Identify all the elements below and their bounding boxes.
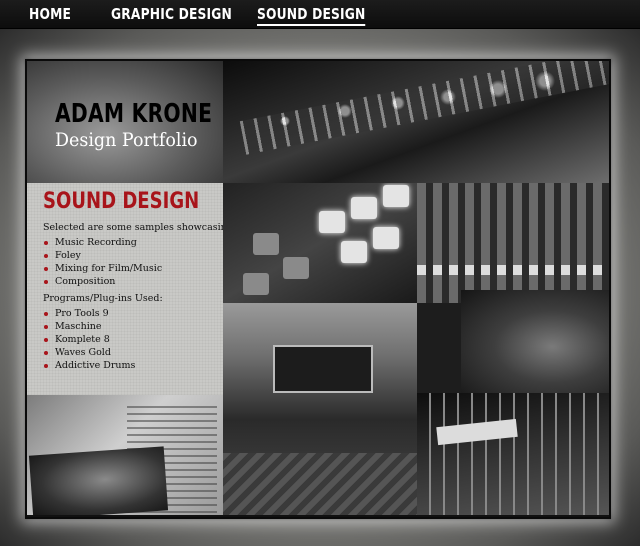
- pad: [243, 273, 269, 295]
- showcase-intro: Selected are some samples showcasing:: [43, 222, 223, 233]
- logo-header: ADAM KRONE Design Portfolio: [27, 61, 223, 183]
- dark-filler-tile: [417, 303, 461, 393]
- list-item: Maschine: [43, 320, 223, 333]
- pad: [383, 185, 409, 207]
- drum-pad-photo[interactable]: [223, 183, 417, 303]
- nav-sound-design-link[interactable]: SOUND DESIGN: [257, 4, 366, 26]
- console-display: [436, 418, 518, 446]
- list-item: Mixing for Film/Music: [43, 262, 223, 275]
- rack-gear-photo[interactable]: [223, 61, 609, 183]
- tools-list: Pro Tools 9 Maschine Komplete 8 Waves Go…: [43, 307, 223, 372]
- nav-graphic-design-link[interactable]: GRAPHIC DESIGN: [111, 4, 232, 26]
- list-item: Waves Gold: [43, 346, 223, 359]
- list-item: Composition: [43, 275, 223, 288]
- site-owner-name: ADAM KRONE: [55, 99, 213, 129]
- list-item: Addictive Drums: [43, 359, 223, 372]
- description-panel: SOUND DESIGN Selected are some samples s…: [27, 183, 223, 395]
- site-subtitle: Design Portfolio: [55, 129, 198, 151]
- section-title: SOUND DESIGN: [43, 189, 200, 214]
- showcase-list: Music Recording Foley Mixing for Film/Mu…: [43, 236, 223, 288]
- daw-screenshot-photo[interactable]: [27, 395, 223, 515]
- pad: [341, 241, 367, 263]
- pad: [283, 257, 309, 279]
- mixing-console-photo[interactable]: [417, 393, 609, 515]
- recording-studio-photo[interactable]: [223, 303, 417, 515]
- rack-knobs: [239, 61, 609, 155]
- daw-artwork: [28, 446, 169, 515]
- statue-render-photo[interactable]: [461, 290, 609, 393]
- pad: [253, 233, 279, 255]
- portfolio-frame: ADAM KRONE Design Portfolio SOUND DESIGN…: [25, 59, 611, 519]
- pad: [351, 197, 377, 219]
- studio-window: [273, 345, 373, 393]
- mixer-faders-photo[interactable]: [417, 183, 609, 303]
- list-item: Pro Tools 9: [43, 307, 223, 320]
- list-item: Music Recording: [43, 236, 223, 249]
- list-item: Foley: [43, 249, 223, 262]
- list-item: Komplete 8: [43, 333, 223, 346]
- pad: [319, 211, 345, 233]
- fader-caps: [417, 265, 609, 275]
- studio-floor: [223, 453, 417, 515]
- tools-heading: Programs/Plug-ins Used:: [43, 293, 163, 304]
- pad: [373, 227, 399, 249]
- top-nav: HOME GRAPHIC DESIGN SOUND DESIGN: [0, 0, 640, 29]
- nav-home-link[interactable]: HOME: [29, 4, 71, 26]
